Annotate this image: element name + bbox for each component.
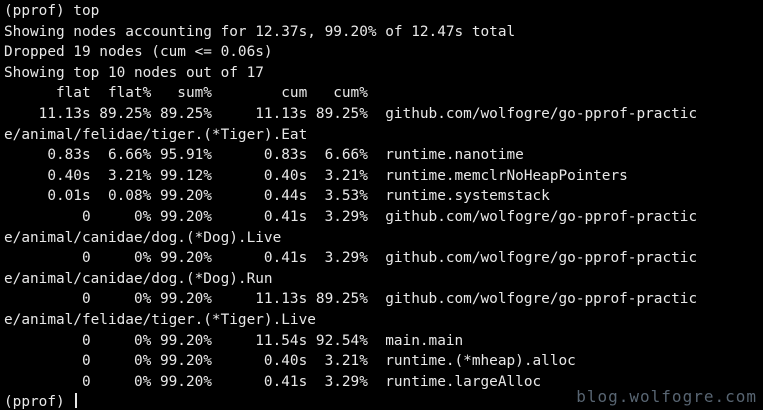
table-row-continuation: e/animal/canidae/dog.(*Dog).Run — [4, 270, 273, 287]
table-row: 11.13s 89.25% 89.25% 11.13s 89.25% githu… — [4, 105, 698, 122]
table-row: 0.01s 0.08% 99.20% 0.44s 3.53% runtime.s… — [4, 188, 550, 205]
terminal-window[interactable]: (pprof) top Showing nodes accounting for… — [0, 0, 763, 410]
table-row: 0.40s 3.21% 99.12% 0.40s 3.21% runtime.m… — [4, 167, 628, 184]
terminal-line-command: (pprof) top — [4, 3, 100, 19]
table-row: 0 0% 99.20% 11.13s 89.25% github.com/wol… — [4, 291, 698, 308]
table-row: 0.83s 6.66% 95.91% 0.83s 6.66% runtime.n… — [4, 147, 524, 164]
watermark-text: blog.wolfogre.com — [576, 387, 757, 407]
table-row-continuation: e/animal/canidae/dog.(*Dog).Live — [4, 229, 282, 246]
table-row: 0 0% 99.20% 0.41s 3.29% github.com/wolfo… — [4, 250, 698, 267]
terminal-line-showing-top: Showing top 10 nodes out of 17 — [4, 64, 264, 81]
prompt-text: (pprof) — [4, 394, 74, 410]
terminal-line-dropped: Dropped 19 nodes (cum <= 0.06s) — [4, 44, 273, 61]
table-row: 0 0% 99.20% 0.40s 3.21% runtime.(*mheap)… — [4, 353, 576, 370]
table-row-continuation: e/animal/felidae/tiger.(*Tiger).Eat — [4, 126, 308, 143]
terminal-line-summary: Showing nodes accounting for 12.37s, 99.… — [4, 23, 516, 40]
table-header: flat flat% sum% cum cum% — [4, 85, 368, 102]
table-row: 0 0% 99.20% 11.54s 92.54% main.main — [4, 332, 464, 349]
table-row-continuation: e/animal/felidae/tiger.(*Tiger).Live — [4, 311, 316, 328]
table-row: 0 0% 99.20% 0.41s 3.29% github.com/wolfo… — [4, 208, 698, 225]
text-cursor — [75, 393, 78, 409]
